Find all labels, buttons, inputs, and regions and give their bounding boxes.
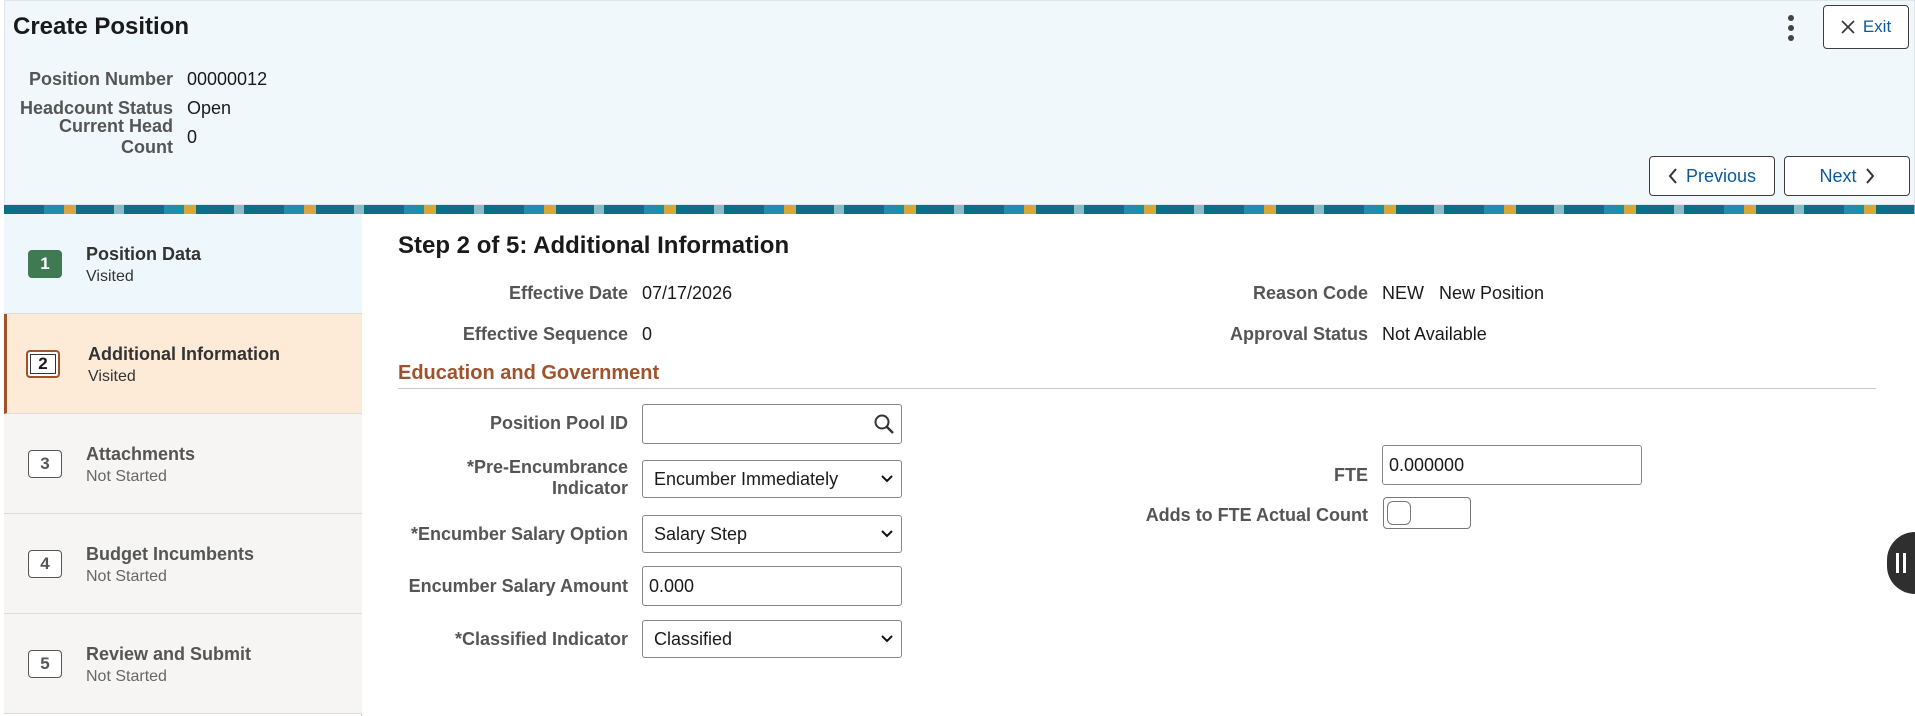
pre-encumbrance-label-line1: *Pre-Encumbrance — [466, 457, 628, 477]
step-title: Attachments — [86, 444, 196, 464]
step-number: 2 — [26, 350, 60, 378]
approval-status-label: Approval Status — [1229, 324, 1368, 344]
search-icon[interactable] — [873, 413, 895, 435]
step-title: Review and Submit — [86, 644, 252, 664]
position-number-value: 00000012 — [187, 68, 268, 89]
step-status: Visited — [88, 368, 136, 385]
effective-date-value: 07/17/2026 — [642, 283, 733, 303]
fte-label: FTE — [1334, 465, 1368, 485]
fte-value: 0.000000 — [1389, 454, 1465, 475]
encumber-salary-amount-label: Encumber Salary Amount — [408, 576, 628, 596]
pre-encumbrance-value: Encumber Immediately — [654, 468, 839, 489]
exit-button[interactable]: Exit — [1823, 5, 1909, 49]
classified-indicator-value: Classified — [654, 628, 733, 649]
section-divider — [398, 388, 1876, 389]
steps-sidebar: 1 Position Data Visited 2 Additional Inf… — [4, 214, 362, 716]
next-label: Next — [1819, 165, 1857, 186]
adds-to-fte-toggle[interactable] — [1383, 497, 1471, 529]
page-title: Create Position — [13, 13, 190, 40]
step-title: Position Data — [86, 244, 202, 264]
step-title: Budget Incumbents — [86, 544, 255, 564]
previous-button[interactable]: Previous — [1649, 156, 1775, 196]
headcount-status-value: Open — [187, 97, 232, 118]
chevron-down-icon — [881, 475, 893, 483]
step-additional-information[interactable]: 2 Additional Information Visited — [4, 314, 362, 414]
step-budget-incumbents[interactable]: 4 Budget Incumbents Not Started — [4, 514, 362, 614]
step-status: Not Started — [86, 668, 167, 685]
main-content: Step 2 of 5: Additional Information Effe… — [362, 214, 1915, 716]
step-number: 3 — [28, 450, 62, 478]
step-number: 5 — [28, 650, 62, 678]
classified-indicator-select[interactable]: Classified — [642, 620, 902, 658]
step-status: Visited — [86, 268, 134, 285]
step-status: Not Started — [86, 468, 167, 485]
reason-code-label: Reason Code — [1252, 283, 1368, 303]
approval-status-value: Not Available — [1382, 324, 1487, 344]
step-position-data[interactable]: 1 Position Data Visited — [4, 214, 362, 314]
current-head-count-row: Current Head Count 0 — [5, 116, 198, 157]
position-number-label: Position Number — [28, 68, 173, 89]
reason-code-value: NEW — [1382, 283, 1424, 303]
section-title: Education and Government — [398, 362, 660, 384]
encumber-salary-option-label: *Encumber Salary Option — [410, 524, 628, 544]
previous-label: Previous — [1685, 165, 1757, 186]
decorative-banner — [4, 205, 1915, 214]
step-attachments[interactable]: 3 Attachments Not Started — [4, 414, 362, 514]
effective-sequence-label: Effective Sequence — [462, 324, 628, 344]
more-actions-icon[interactable] — [1779, 13, 1803, 43]
encumber-salary-amount-input[interactable]: 0.000 — [642, 566, 902, 606]
chevron-left-icon — [1668, 168, 1677, 184]
position-number-row: Position Number 00000012 — [5, 67, 267, 91]
classified-indicator-label: *Classified Indicator — [454, 629, 628, 649]
chevron-down-icon — [881, 530, 893, 538]
chevron-right-icon — [1865, 168, 1874, 184]
page-header: Create Position Position Number 00000012… — [4, 0, 1915, 205]
close-icon — [1841, 20, 1855, 34]
step-title: Additional Information — [88, 344, 280, 364]
chevron-down-icon — [881, 635, 893, 643]
fte-input[interactable]: 0.000000 — [1382, 445, 1642, 485]
step-review-and-submit[interactable]: 5 Review and Submit Not Started — [4, 614, 362, 714]
exit-label: Exit — [1862, 17, 1892, 36]
pre-encumbrance-select[interactable]: Encumber Immediately — [642, 460, 902, 498]
step-heading: Step 2 of 5: Additional Information — [398, 232, 790, 259]
position-pool-label: Position Pool ID — [490, 413, 628, 433]
adds-to-fte-label: Adds to FTE Actual Count — [1145, 505, 1368, 525]
step-number: 1 — [28, 250, 62, 278]
step-number: 4 — [28, 550, 62, 578]
current-head-count-value: 0 — [187, 126, 198, 147]
pre-encumbrance-label: *Pre-Encumbrance Indicator — [362, 457, 628, 499]
current-head-count-label: Current Head Count — [58, 116, 173, 157]
position-pool-input[interactable] — [642, 404, 902, 444]
next-button[interactable]: Next — [1784, 156, 1910, 196]
pre-encumbrance-label-line2: Indicator — [551, 478, 628, 498]
effective-date-label: Effective Date — [508, 283, 628, 303]
encumber-salary-option-select[interactable]: Salary Step — [642, 515, 902, 553]
effective-sequence-value: 0 — [642, 324, 653, 344]
encumber-salary-option-value: Salary Step — [654, 523, 748, 544]
toggle-knob — [1387, 501, 1411, 525]
step-status: Not Started — [86, 568, 167, 585]
reason-code-description: New Position — [1439, 283, 1545, 303]
encumber-salary-amount-value: 0.000 — [649, 575, 695, 596]
